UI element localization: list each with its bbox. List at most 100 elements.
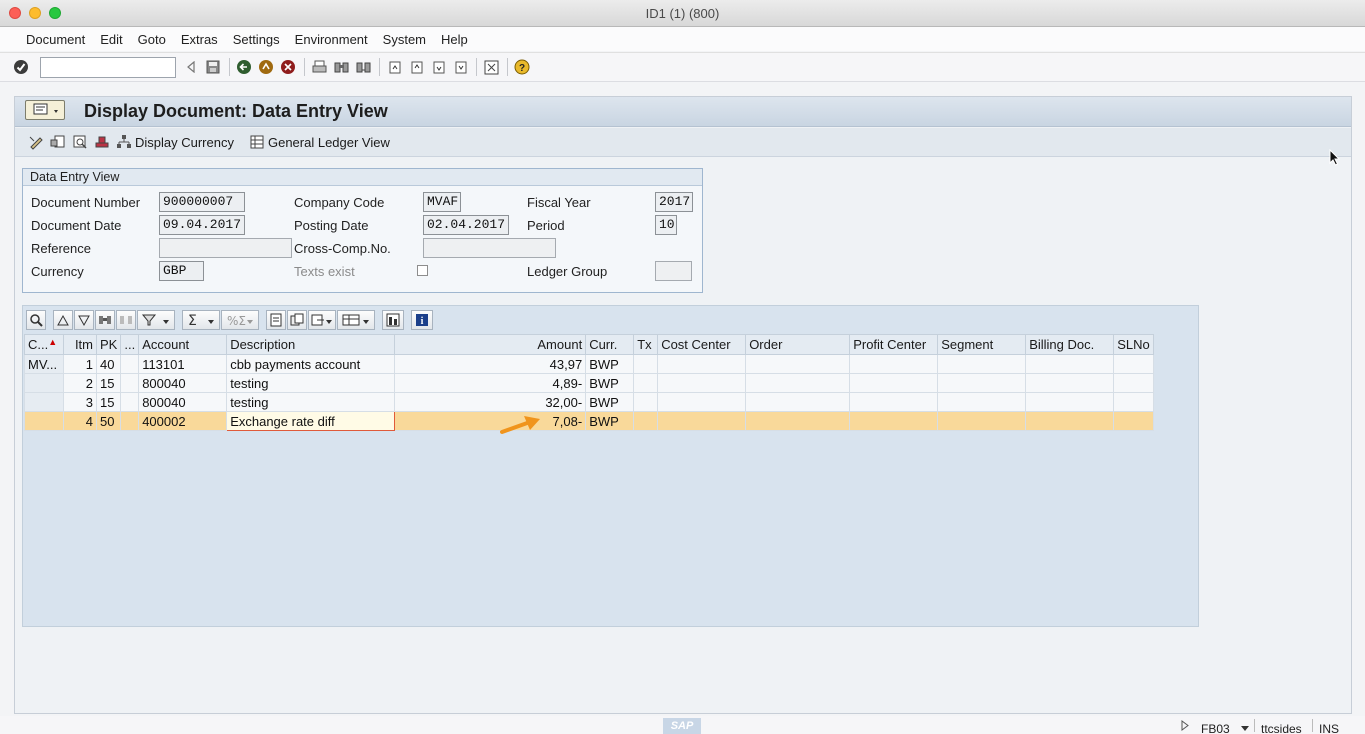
cell-tx[interactable] (633, 411, 659, 431)
cell-amount[interactable]: 43,97 (394, 354, 587, 374)
cell-c[interactable] (24, 373, 64, 393)
cell-pk[interactable]: 15 (95, 392, 122, 412)
period-field[interactable]: 10 (655, 215, 677, 235)
cell-order[interactable] (745, 354, 851, 374)
cell-order[interactable] (745, 411, 851, 431)
first-page-icon[interactable] (385, 58, 403, 76)
stamp-icon[interactable] (93, 133, 111, 151)
cell-segment[interactable] (937, 411, 1027, 431)
menu-environment[interactable]: Environment (295, 32, 368, 47)
find-icon[interactable] (95, 310, 115, 330)
cell-segment[interactable] (937, 354, 1027, 374)
cell-slno[interactable] (1113, 373, 1155, 393)
save-icon[interactable] (204, 58, 222, 76)
menu-goto[interactable]: Goto (138, 32, 166, 47)
details-icon[interactable] (26, 310, 46, 330)
cell-segment[interactable] (937, 373, 1027, 393)
exit-icon[interactable] (257, 58, 275, 76)
total-icon[interactable]: Σ (182, 310, 220, 330)
column-header-billing-doc[interactable]: Billing Doc. (1025, 334, 1115, 355)
cell-pk[interactable]: 15 (95, 373, 122, 393)
layout-menu-icon[interactable] (482, 58, 500, 76)
views-icon[interactable] (287, 310, 307, 330)
column-header-c[interactable]: C...▲ (24, 334, 64, 355)
column-header-more[interactable]: ... (120, 334, 140, 355)
ledger-group-field[interactable] (655, 261, 692, 281)
header-menu-icon[interactable] (25, 100, 65, 120)
check-icon[interactable] (12, 58, 30, 76)
cell-more[interactable] (120, 392, 140, 412)
cell-account[interactable]: 400002 (138, 411, 228, 431)
cell-pk[interactable]: 50 (95, 411, 122, 431)
zoom-window-button[interactable] (49, 7, 61, 19)
cell-slno[interactable] (1113, 392, 1155, 412)
table-row[interactable]: 3 15 800040 testing 32,00- BWP (24, 392, 1155, 412)
cell-cost-center[interactable] (657, 392, 747, 412)
status-toggle-icon[interactable] (1180, 720, 1190, 734)
back-icon[interactable] (235, 58, 253, 76)
table-row-selected[interactable]: 4 50 400002 Exchange rate diff 7,08- BWP (24, 411, 1155, 431)
close-window-button[interactable] (9, 7, 21, 19)
cell-order[interactable] (745, 392, 851, 412)
cell-tx[interactable] (633, 373, 659, 393)
overview-icon[interactable] (71, 133, 89, 151)
help-icon[interactable]: ? (513, 58, 531, 76)
cell-slno[interactable] (1113, 354, 1155, 374)
cancel-icon[interactable] (279, 58, 297, 76)
cell-cost-center[interactable] (657, 354, 747, 374)
command-history-icon[interactable] (182, 58, 200, 76)
cell-profit-center[interactable] (849, 411, 939, 431)
general-ledger-view-button[interactable]: General Ledger View (248, 133, 390, 151)
cell-pk[interactable]: 40 (95, 354, 122, 374)
cell-profit-center[interactable] (849, 392, 939, 412)
column-header-amount[interactable]: Amount (394, 334, 587, 355)
cell-more[interactable] (120, 411, 140, 431)
table-row[interactable]: 2 15 800040 testing 4,89- BWP (24, 373, 1155, 393)
find-next-icon[interactable] (116, 310, 136, 330)
cell-more[interactable] (120, 373, 140, 393)
column-header-profit-center[interactable]: Profit Center (849, 334, 939, 355)
print-icon[interactable] (310, 58, 328, 76)
column-header-cost-center[interactable]: Cost Center (657, 334, 747, 355)
column-header-tx[interactable]: Tx (633, 334, 659, 355)
cell-curr[interactable]: BWP (585, 392, 635, 412)
command-field[interactable] (40, 56, 176, 78)
cell-billing-doc[interactable] (1025, 373, 1115, 393)
column-header-account[interactable]: Account (138, 334, 228, 355)
cell-itm[interactable]: 1 (63, 354, 97, 374)
cell-amount[interactable]: 7,08- (394, 411, 587, 431)
cell-tx[interactable] (633, 392, 659, 412)
print-preview-icon[interactable] (266, 310, 286, 330)
menu-settings[interactable]: Settings (233, 32, 280, 47)
fiscal-year-field[interactable]: 2017 (655, 192, 693, 212)
column-header-pk[interactable]: PK (95, 334, 122, 355)
document-date-field[interactable]: 09.04.2017 (159, 215, 245, 235)
cell-curr[interactable]: BWP (585, 354, 635, 374)
cell-itm[interactable]: 4 (63, 411, 97, 431)
sort-ascending-icon[interactable] (53, 310, 73, 330)
cell-account[interactable]: 113101 (138, 354, 228, 374)
cell-account[interactable]: 800040 (138, 392, 228, 412)
cell-description-focused[interactable]: Exchange rate diff (226, 411, 396, 431)
cell-c[interactable] (24, 392, 64, 412)
sort-descending-icon[interactable] (74, 310, 94, 330)
column-header-description[interactable]: Description (226, 334, 396, 355)
column-header-slno[interactable]: SLNo (1113, 334, 1155, 355)
cell-billing-doc[interactable] (1025, 354, 1115, 374)
cell-more[interactable] (120, 354, 140, 374)
subtotal-icon[interactable]: %Σ (221, 310, 259, 330)
edit-icon[interactable] (27, 133, 45, 151)
export-icon[interactable] (308, 310, 336, 330)
cell-amount[interactable]: 32,00- (394, 392, 587, 412)
cell-c[interactable]: MV... (24, 354, 64, 374)
last-page-icon[interactable] (451, 58, 469, 76)
cell-cost-center[interactable] (657, 411, 747, 431)
column-header-order[interactable]: Order (745, 334, 851, 355)
menu-document[interactable]: Document (26, 32, 85, 47)
minimize-window-button[interactable] (29, 7, 41, 19)
column-header-segment[interactable]: Segment (937, 334, 1027, 355)
table-row[interactable]: MV... 1 40 113101 cbb payments account 4… (24, 354, 1155, 374)
cell-curr[interactable]: BWP (585, 373, 635, 393)
cell-tx[interactable] (633, 354, 659, 374)
cell-amount[interactable]: 4,89- (394, 373, 587, 393)
